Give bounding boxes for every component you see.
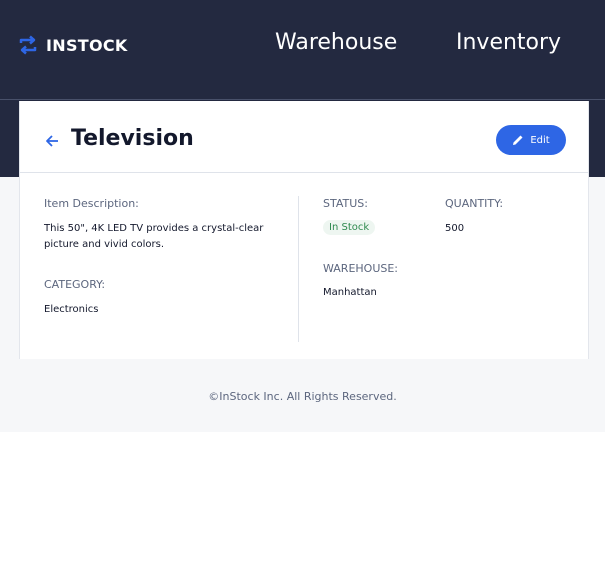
description-label: Item Description: bbox=[44, 197, 139, 210]
edit-button-label: Edit bbox=[530, 134, 550, 146]
item-details-card: Television Edit Item Description: This 5… bbox=[19, 101, 589, 359]
category-label: CATEGORY: bbox=[44, 278, 106, 291]
nav-warehouse[interactable]: Warehouse bbox=[275, 30, 397, 55]
swap-arrows-icon bbox=[19, 35, 37, 55]
category-value: Electronics bbox=[44, 304, 99, 315]
logo-text: INSTOCK bbox=[46, 35, 128, 55]
pencil-icon bbox=[513, 135, 523, 145]
warehouse-label: WAREHOUSE: bbox=[323, 262, 399, 275]
nav-inventory[interactable]: Inventory bbox=[456, 30, 561, 55]
quantity-label: QUANTITY: bbox=[445, 197, 504, 210]
status-badge: In Stock bbox=[323, 220, 376, 235]
status-label: STATUS: bbox=[323, 197, 368, 210]
page-title: Television bbox=[71, 126, 194, 151]
column-divider bbox=[298, 196, 299, 342]
card-header: Television Edit bbox=[20, 101, 588, 173]
quantity-value: 500 bbox=[445, 223, 465, 234]
arrow-left-icon[interactable] bbox=[45, 134, 59, 148]
edit-button[interactable]: Edit bbox=[496, 125, 566, 155]
logo[interactable]: INSTOCK bbox=[18, 35, 128, 55]
footer-copyright: ©InStock Inc. All Rights Reserved. bbox=[208, 390, 397, 403]
warehouse-value: Manhattan bbox=[323, 287, 377, 298]
top-header: INSTOCK Warehouse Inventory bbox=[0, 0, 605, 100]
description-value: This 50", 4K LED TV provides a crystal-c… bbox=[44, 223, 264, 250]
